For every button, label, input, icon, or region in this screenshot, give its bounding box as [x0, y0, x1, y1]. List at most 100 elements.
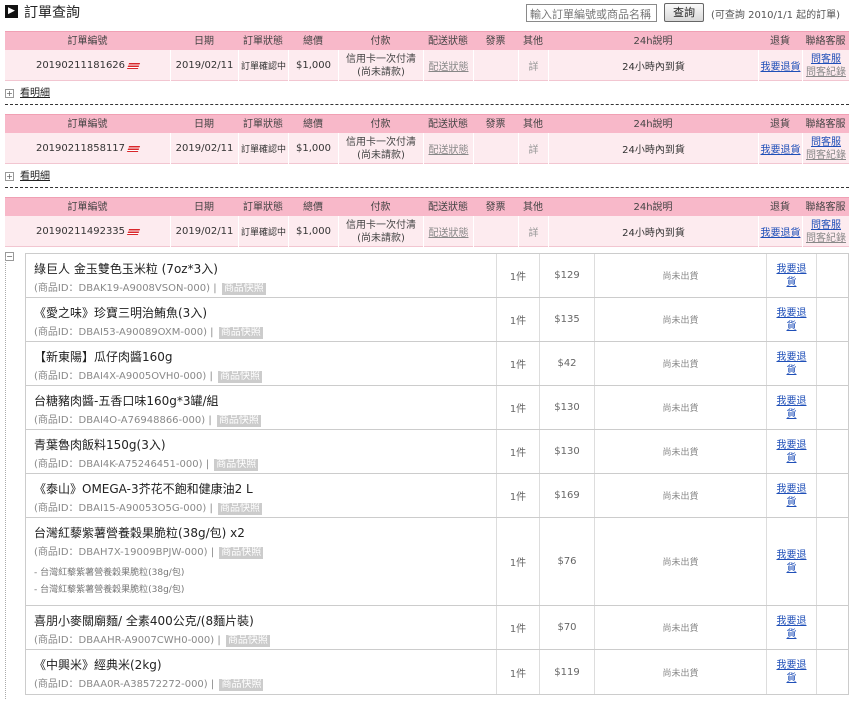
col-other: 其他: [523, 36, 543, 47]
payment-method: 信用卡一次付清: [346, 136, 416, 148]
product-snapshot-tag[interactable]: 商品快照: [218, 503, 262, 515]
payment-status: (尚未請款): [357, 149, 405, 161]
search-input[interactable]: 輸入訂單編號或商品名稱: [526, 4, 657, 22]
ask-record-link[interactable]: 問客紀錄: [806, 149, 846, 162]
item-return-label: 我要退: [776, 263, 807, 275]
id-separator: |: [210, 547, 215, 558]
order-status: 訂單確認中: [238, 216, 288, 247]
product-snapshot-tag[interactable]: 商品快照: [219, 679, 264, 691]
item-return-cell: 我要退貨: [766, 254, 816, 297]
return-link[interactable]: 我要退貨: [761, 141, 801, 156]
col-payment: 付款: [370, 202, 391, 213]
invoice-cell: [473, 50, 518, 81]
other-detail-link[interactable]: 詳: [529, 141, 539, 156]
product-snapshot-tag[interactable]: 商品快照: [216, 415, 261, 427]
item-info: 綠巨人 金玉雙色玉米粒 (7oz*3入) (商品ID：DBAK19-A9008VS…: [26, 254, 496, 297]
collapse-icon[interactable]: −: [5, 251, 14, 261]
item-return-link[interactable]: 我要退貨: [775, 307, 809, 333]
product-snapshot-tag[interactable]: 商品快照: [221, 283, 266, 295]
item-return-link[interactable]: 我要退貨: [775, 439, 809, 465]
item-return-link[interactable]: 我要退貨: [775, 659, 809, 685]
expand-icon[interactable]: +: [5, 88, 14, 98]
item-status: 尚未出貨: [594, 606, 766, 649]
id-separator: |: [217, 635, 221, 646]
payment-method: 信用卡一次付清: [346, 219, 416, 231]
item-return-link[interactable]: 我要退貨: [775, 483, 809, 509]
item-id-line: (商品ID：DBAI53-A90089OXM-000) | 商品快照: [34, 326, 496, 340]
item-return-link[interactable]: 我要退貨: [775, 395, 809, 421]
item-extra-cell: [816, 298, 848, 341]
ask-service-link[interactable]: 問客服: [811, 136, 841, 149]
payment-method: 信用卡一次付清: [346, 53, 416, 65]
invoice-cell: [473, 216, 518, 247]
col-date: 日期: [194, 202, 214, 213]
col-return: 退貨: [770, 202, 790, 213]
ask-service-link[interactable]: 問客服: [811, 53, 841, 66]
item-id: (商品ID：DBAH7X-19009BPJW-000): [34, 547, 208, 558]
shipping-cell: 配送狀態: [423, 216, 473, 247]
id-separator: |: [210, 679, 215, 690]
page-title: 訂單查詢: [24, 5, 80, 21]
item-return-link[interactable]: 我要退貨: [775, 615, 809, 641]
other-detail-link[interactable]: 詳: [529, 58, 539, 73]
return-cell: 我要退貨: [758, 216, 802, 247]
item-info: 【新東陽】瓜仔肉醬160g (商品ID：DBAI4X-A9005OVH0-000)…: [26, 342, 496, 385]
shipping-cell: 配送狀態: [423, 133, 473, 164]
expand-icon[interactable]: +: [5, 171, 14, 181]
item-return-cell: 我要退貨: [766, 342, 816, 385]
payment-cell: 信用卡一次付清 (尚未請款): [338, 216, 423, 247]
item-return-label-2: 貨: [786, 628, 797, 640]
return-link[interactable]: 我要退貨: [761, 58, 801, 73]
item-return-link[interactable]: 我要退貨: [775, 263, 809, 289]
col-contact: 聯絡客服: [805, 202, 846, 213]
id-separator: |: [213, 283, 217, 294]
contact-cell: 問客服 問客紀錄: [802, 216, 849, 247]
divider: [5, 104, 849, 105]
item-return-link[interactable]: 我要退貨: [775, 351, 809, 377]
query-button[interactable]: 查詢: [664, 3, 704, 22]
col-total: 總價: [303, 119, 323, 130]
query-range-hint: (可查詢 2010/1/1 起的訂單): [711, 10, 841, 21]
product-snapshot-tag[interactable]: 商品快照: [218, 327, 263, 339]
return-link[interactable]: 我要退貨: [761, 224, 801, 239]
order-status: 訂單確認中: [238, 133, 288, 164]
detail-toggle-row: + 看明細: [5, 84, 50, 100]
shipping-status-link[interactable]: 配送狀態: [429, 58, 469, 73]
item-info: 《中興米》經典米(2kg) (商品ID：DBAA0R-A38572272-000)…: [26, 650, 496, 694]
product-snapshot-tag[interactable]: 商品快照: [218, 371, 263, 383]
item-info: 台灣紅藜紫薯營養穀果脆粒(38g/包) x2 (商品ID：DBAH7X-19009…: [26, 518, 496, 605]
item-return-link[interactable]: 我要退貨: [775, 549, 809, 575]
invoice-cell: [473, 133, 518, 164]
item-qty: 1件: [496, 650, 539, 694]
payment-status: (尚未請款): [357, 232, 405, 244]
item-extra-cell: [816, 606, 848, 649]
item-return-cell: 我要退貨: [766, 650, 816, 694]
view-details-link[interactable]: 看明細: [20, 88, 50, 99]
shipping-status-link[interactable]: 配送狀態: [429, 224, 469, 239]
item-status: 尚未出貨: [594, 474, 766, 517]
item-return-label-2: 貨: [786, 320, 797, 332]
product-snapshot-tag[interactable]: 商品快照: [219, 547, 264, 559]
delivery-note: 24小時內到貨: [548, 50, 758, 81]
shipping-status-link[interactable]: 配送狀態: [429, 141, 469, 156]
other-detail-link[interactable]: 詳: [529, 224, 539, 239]
order-row: 20190211492335 2019/02/11 訂單確認中 $1,000 信…: [5, 216, 849, 247]
product-snapshot-tag[interactable]: 商品快照: [214, 459, 259, 471]
item-price: $129: [539, 254, 594, 297]
col-date: 日期: [194, 119, 214, 130]
product-snapshot-tag[interactable]: 商品快照: [225, 635, 270, 647]
col-invoice: 發票: [485, 119, 506, 130]
view-details-link[interactable]: 看明細: [20, 171, 50, 182]
ask-service-link[interactable]: 問客服: [811, 219, 841, 232]
ask-record-link[interactable]: 問客紀錄: [806, 232, 846, 245]
order-item: 台灣紅藜紫薯營養穀果脆粒(38g/包) x2 (商品ID：DBAH7X-19009…: [26, 518, 848, 606]
id-separator: |: [209, 503, 213, 514]
order-item: 喜朋小麥關廟麵/ 全素400公克/(8麵片裝) (商品ID：DBAAHR-A900…: [26, 606, 848, 650]
order-block: 訂單編號 日期 訂單狀態 總價 付款 配送狀態 發票 其他 24h說明 退貨 聯…: [5, 31, 849, 81]
ask-record-link[interactable]: 問客紀錄: [806, 66, 846, 79]
col-shipping: 配送狀態: [428, 202, 468, 213]
col-return: 退貨: [770, 119, 790, 130]
page-header: ▶ 訂單查詢 輸入訂單編號或商品名稱 查詢 (可查詢 2010/1/1 起的訂單…: [0, 0, 854, 30]
item-id: (商品ID：DBAK19-A9008VSON-000): [34, 283, 211, 294]
item-return-cell: 我要退貨: [766, 386, 816, 429]
